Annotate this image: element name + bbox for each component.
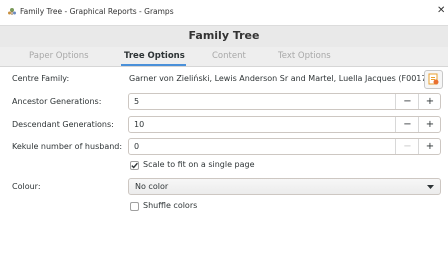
increment-button[interactable]: +	[418, 117, 441, 132]
descendant-generations-label: Descendant Generations:	[12, 120, 114, 129]
ancestor-generations-value[interactable]: 5	[134, 97, 139, 106]
checkmark-icon	[131, 162, 138, 169]
tab-paper-options[interactable]: Paper Options	[29, 51, 89, 61]
ancestor-generations-label: Ancestor Generations:	[12, 97, 102, 106]
kekule-value[interactable]: 0	[134, 142, 139, 151]
window-title: Family Tree - Graphical Reports - Gramps	[20, 7, 174, 16]
descendant-generations-spinner[interactable]: 10 − +	[128, 116, 441, 133]
window-titlebar: Family Tree - Graphical Reports - Gramps…	[0, 0, 448, 25]
kekule-spinner[interactable]: 0 − +	[128, 138, 441, 155]
decrement-button[interactable]: −	[395, 117, 419, 132]
increment-button[interactable]: +	[418, 94, 441, 109]
dialog-header: Family Tree	[0, 25, 448, 48]
tab-tree-options[interactable]: Tree Options	[124, 51, 185, 61]
tab-content[interactable]: Content	[212, 51, 246, 61]
select-family-button[interactable]	[424, 70, 443, 89]
ancestor-generations-spinner[interactable]: 5 − +	[128, 93, 441, 110]
family-tree-icon	[8, 8, 16, 15]
descendant-generations-value[interactable]: 10	[134, 120, 144, 129]
tab-bar: Paper Options Tree Options Content Text …	[0, 47, 448, 67]
centre-family-label: Centre Family:	[12, 74, 70, 83]
increment-button[interactable]: +	[418, 139, 441, 154]
centre-family-value: Garner von Zieliński, Lewis Anderson Sr …	[129, 74, 430, 83]
dialog-title: Family Tree	[188, 29, 260, 42]
kekule-label: Kekule number of husband:	[12, 142, 123, 151]
colour-label: Colour:	[12, 182, 41, 191]
tab-text-options[interactable]: Text Options	[278, 51, 331, 61]
shuffle-colors-checkbox[interactable]	[130, 202, 139, 211]
decrement-button[interactable]: −	[395, 94, 419, 109]
scale-to-fit-checkbox[interactable]	[130, 161, 139, 170]
shuffle-colors-label[interactable]: Shuffle colors	[143, 201, 197, 210]
colour-value: No color	[135, 182, 169, 191]
active-tab-indicator	[121, 64, 186, 66]
edit-family-icon	[428, 73, 439, 85]
scale-to-fit-label[interactable]: Scale to fit on a single page	[143, 160, 255, 169]
chevron-down-icon	[427, 185, 434, 189]
close-icon[interactable]: ✕	[437, 5, 445, 16]
colour-dropdown[interactable]: No color	[128, 178, 441, 195]
decrement-button[interactable]: −	[395, 139, 419, 154]
